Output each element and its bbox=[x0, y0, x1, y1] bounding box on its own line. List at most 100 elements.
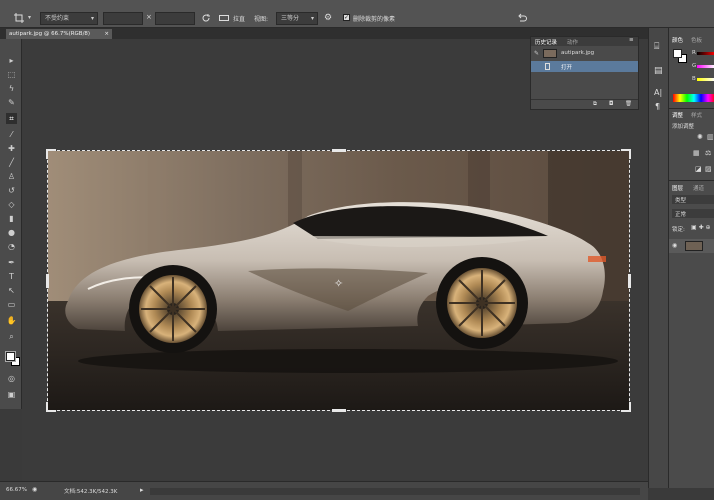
history-panel-tabbar: 历史记录 动作 ≡ bbox=[531, 37, 638, 46]
shape-tool-icon[interactable]: ▭ bbox=[6, 299, 17, 310]
layer-kind-label: 类型 bbox=[675, 198, 687, 204]
channel-mixer-icon[interactable]: ▨ bbox=[705, 165, 712, 173]
color-balance-icon[interactable]: ⚖ bbox=[705, 149, 711, 157]
blur-tool-icon[interactable]: ● bbox=[6, 227, 17, 238]
ratio-preset-select[interactable]: 不受约束 ▾ bbox=[40, 12, 98, 25]
crop-tool-icon[interactable]: ⌗ bbox=[6, 113, 17, 124]
screen-mode-icon[interactable]: ▣ bbox=[6, 389, 17, 400]
straighten-label[interactable]: 拉直 bbox=[233, 14, 245, 23]
snapshot-thumbnail bbox=[543, 49, 557, 58]
reset-icon[interactable] bbox=[517, 13, 527, 23]
history-item-label: autipark.jpg bbox=[561, 50, 595, 56]
adjustments-title: 添加调整 bbox=[672, 124, 695, 130]
status-menu-arrow-icon[interactable]: ▸ bbox=[140, 486, 144, 494]
zoom-options-icon[interactable]: ◉ bbox=[32, 486, 37, 493]
foreground-color-swatch[interactable] bbox=[5, 351, 16, 362]
crop-handle-right[interactable] bbox=[628, 274, 631, 288]
crop-handle-top[interactable] bbox=[332, 149, 346, 152]
history-item[interactable]: 打开 bbox=[531, 61, 638, 72]
clone-stamp-tool-icon[interactable]: ♙ bbox=[6, 171, 17, 182]
lock-icon[interactable]: ▣ ✚ ⊕ bbox=[691, 224, 711, 231]
crop-width-field[interactable] bbox=[103, 12, 143, 25]
foreground-color-swatch[interactable] bbox=[673, 49, 682, 58]
view-overlay-select[interactable]: 三等分 ▾ bbox=[276, 12, 318, 25]
visibility-eye-icon[interactable]: ◉ bbox=[672, 242, 677, 249]
lock-label: 锁定: bbox=[672, 227, 685, 233]
delete-cropped-checkbox[interactable]: ✓ bbox=[343, 14, 350, 21]
history-brush-tool-icon[interactable]: ↺ bbox=[6, 185, 17, 196]
tab-channels[interactable]: 通道 bbox=[693, 184, 704, 192]
crop-bounding-box[interactable]: ✧ bbox=[46, 149, 631, 412]
hue-saturation-icon[interactable]: ▦ bbox=[693, 149, 700, 157]
channel-g-slider[interactable] bbox=[697, 65, 714, 68]
eyedropper-tool-icon[interactable]: ⁄ bbox=[6, 129, 17, 140]
paragraph-panel-icon[interactable]: ¶ bbox=[655, 102, 660, 111]
blend-mode-select[interactable]: 正常 bbox=[672, 209, 714, 218]
layer-thumbnail bbox=[685, 241, 703, 251]
brush-tool-icon[interactable]: ╱ bbox=[6, 157, 17, 168]
crop-handle-top-left[interactable] bbox=[46, 149, 56, 159]
crop-handle-top-right[interactable] bbox=[621, 149, 631, 159]
channel-g-label: G bbox=[692, 63, 697, 69]
quick-mask-icon[interactable]: ◎ bbox=[6, 373, 17, 384]
pen-tool-icon[interactable]: ✒ bbox=[6, 257, 17, 268]
path-select-tool-icon[interactable]: ↖ bbox=[6, 285, 17, 296]
history-panel: 历史记录 动作 ≡ ✎ autipark.jpg 打开 ⧉ ◘ 🗑 bbox=[530, 36, 639, 110]
crop-tool-icon[interactable] bbox=[14, 13, 24, 23]
dodge-tool-icon[interactable]: ◔ bbox=[6, 241, 17, 252]
character-panel-icon[interactable]: A| bbox=[654, 88, 662, 97]
tab-color[interactable]: 颜色 bbox=[672, 36, 683, 44]
delete-cropped-label: 删除裁剪的像素 bbox=[353, 16, 396, 23]
layer-kind-filter[interactable]: 类型 bbox=[672, 195, 714, 204]
camera-icon[interactable]: ◘ bbox=[609, 101, 613, 107]
levels-icon[interactable]: ▥ bbox=[707, 133, 714, 141]
gear-icon[interactable]: ⚙ bbox=[324, 13, 332, 23]
straighten-icon[interactable] bbox=[219, 14, 229, 22]
history-item[interactable]: ✎ autipark.jpg bbox=[531, 47, 638, 60]
photo-filter-icon[interactable]: ◪ bbox=[695, 165, 702, 173]
horizontal-scrollbar[interactable] bbox=[150, 488, 640, 495]
hand-tool-icon[interactable]: ✋ bbox=[6, 315, 17, 326]
trash-icon[interactable]: 🗑 bbox=[625, 101, 632, 107]
panel-menu-icon[interactable]: ≡ bbox=[629, 37, 634, 43]
channel-r-slider[interactable] bbox=[697, 52, 714, 55]
history-panel-icon[interactable]: ⌸ bbox=[654, 42, 659, 52]
healing-brush-tool-icon[interactable]: ✚ bbox=[6, 143, 17, 154]
gradient-tool-icon[interactable]: ▮ bbox=[6, 213, 17, 224]
crop-handle-bottom-right[interactable] bbox=[621, 402, 631, 412]
type-tool-icon[interactable]: T bbox=[6, 271, 17, 282]
quick-select-tool-icon[interactable]: ✎ bbox=[6, 97, 17, 108]
channel-b-slider[interactable] bbox=[697, 78, 714, 81]
color-spectrum-bar[interactable] bbox=[673, 94, 714, 102]
crop-height-field[interactable] bbox=[155, 12, 195, 25]
tab-swatches[interactable]: 色板 bbox=[691, 36, 702, 44]
tab-actions[interactable]: 动作 bbox=[567, 38, 578, 46]
tool-preset-arrow-icon[interactable]: ▾ bbox=[28, 14, 31, 21]
tab-adjustments[interactable]: 调整 bbox=[672, 111, 683, 119]
properties-panel-icon[interactable]: ▤ bbox=[654, 66, 663, 76]
crop-handle-bottom[interactable] bbox=[332, 409, 346, 412]
layer-row[interactable]: ◉ bbox=[669, 239, 714, 253]
marquee-tool-icon[interactable]: ⬚ bbox=[6, 69, 17, 80]
brightness-icon[interactable]: ✺ bbox=[697, 133, 703, 141]
toolbox: ▸ ⬚ ϟ ✎ ⌗ ⁄ ✚ ╱ ♙ ↺ ◇ ▮ ● ◔ ✒ T ↖ ▭ ✋ ⌕ … bbox=[0, 39, 22, 409]
clear-icon[interactable] bbox=[201, 13, 211, 23]
document-tab[interactable]: autipark.jpg @ 66.7%(RGB/8) × bbox=[6, 29, 112, 39]
eraser-tool-icon[interactable]: ◇ bbox=[6, 199, 17, 210]
channel-b-label: B bbox=[692, 76, 696, 82]
tab-layers[interactable]: 图层 bbox=[672, 184, 683, 192]
close-icon[interactable]: × bbox=[104, 29, 109, 39]
color-panel: 颜色 色板 R G B bbox=[669, 34, 714, 106]
crop-handle-left[interactable] bbox=[46, 274, 49, 288]
history-brush-source-icon: ✎ bbox=[534, 50, 540, 57]
crop-handle-bottom-left[interactable] bbox=[46, 402, 56, 412]
zoom-level[interactable]: 66.67% bbox=[6, 487, 27, 493]
move-tool-icon[interactable]: ▸ bbox=[6, 55, 17, 66]
swap-dimensions-button[interactable]: × bbox=[146, 13, 152, 21]
tab-history[interactable]: 历史记录 bbox=[535, 38, 557, 46]
tab-styles[interactable]: 样式 bbox=[691, 111, 702, 119]
lasso-tool-icon[interactable]: ϟ bbox=[6, 83, 17, 94]
panel-icon-dock: ⌸ ▤ A| ¶ bbox=[648, 28, 668, 488]
zoom-tool-icon[interactable]: ⌕ bbox=[6, 331, 17, 342]
new-document-from-state-icon[interactable]: ⧉ bbox=[593, 101, 597, 108]
